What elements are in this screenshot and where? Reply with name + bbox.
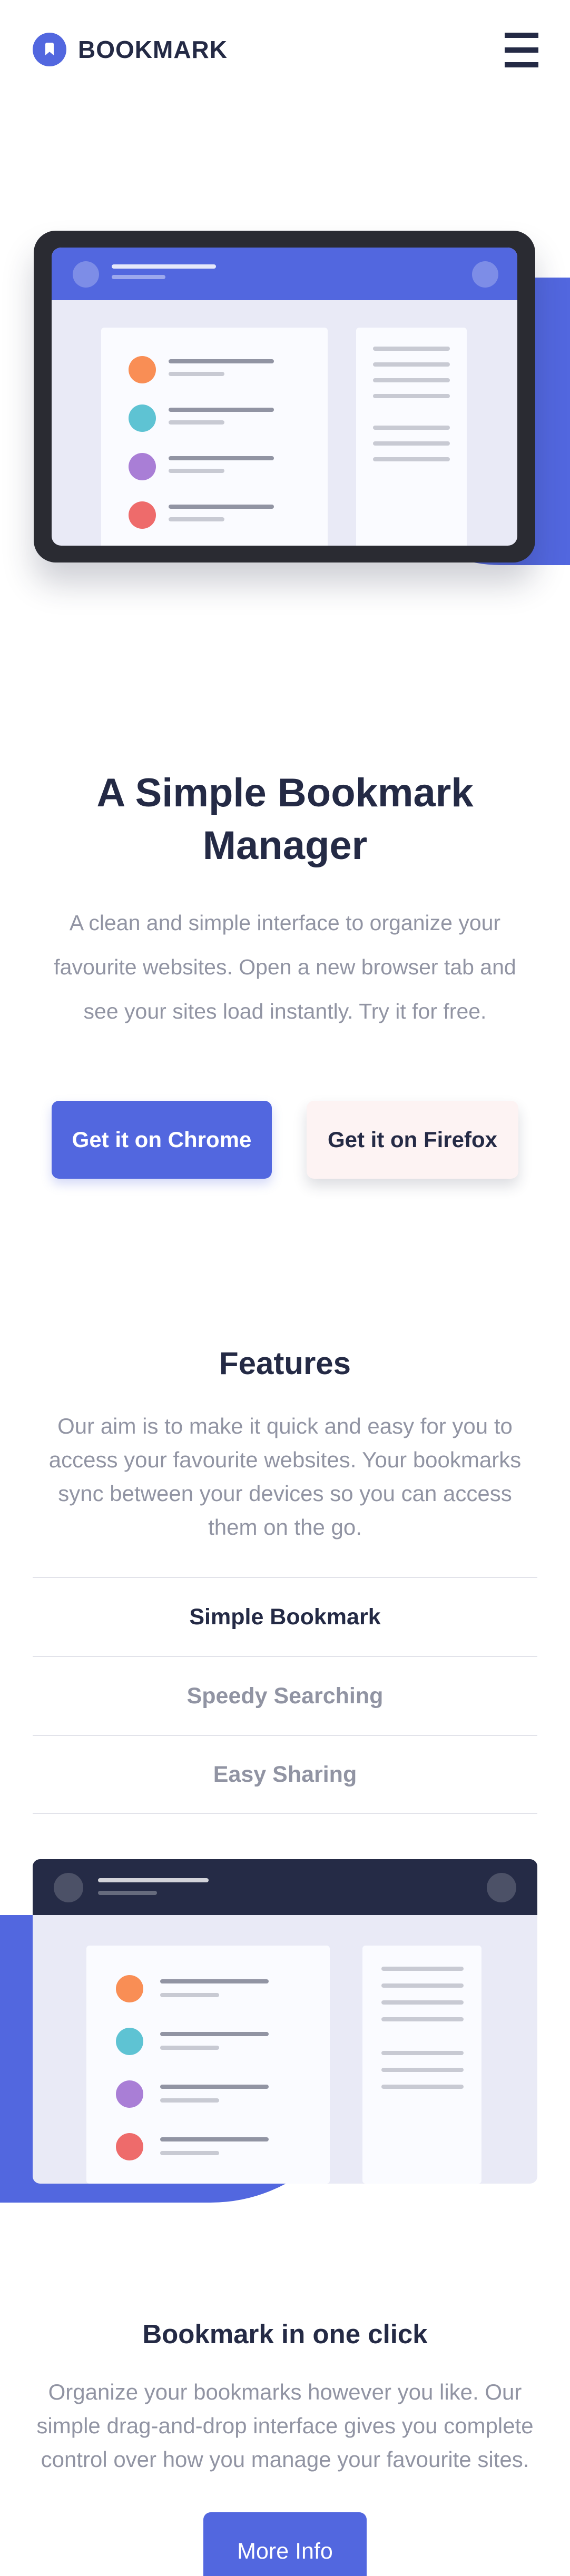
features-title: Features — [219, 1346, 351, 1381]
bookmark-dot — [116, 1975, 143, 2002]
bookmark-dot — [129, 404, 156, 432]
menu-placeholder — [472, 261, 498, 288]
bookmark-dot — [116, 2080, 143, 2108]
side-line — [373, 394, 450, 398]
bookmark-subline — [160, 2046, 219, 2050]
features-description: Our aim is to make it quick and easy for… — [48, 1414, 522, 1539]
more-info-button[interactable]: More Info — [203, 2512, 367, 2576]
site-header: BOOKMARK — [0, 0, 570, 100]
side-line — [373, 426, 450, 430]
side-line — [373, 441, 450, 446]
menu-placeholder — [487, 1873, 516, 1902]
hamburger-line — [505, 47, 538, 53]
bookmark-dot — [116, 2133, 143, 2160]
tab-speedy-searching[interactable]: Speedy Searching — [33, 1656, 537, 1735]
side-line — [381, 1983, 464, 1988]
side-line — [381, 2085, 464, 2089]
side-panel — [362, 1946, 481, 2184]
side-line — [381, 2017, 464, 2021]
bookmark-line — [169, 359, 274, 363]
bookmark-line — [169, 408, 274, 412]
bookmark-line — [160, 2032, 269, 2036]
hamburger-icon[interactable] — [505, 33, 538, 67]
tablet-screen — [52, 248, 517, 546]
avatar-placeholder — [73, 261, 99, 288]
bookmark-list-panel — [86, 1946, 330, 2184]
bookmark-line — [169, 505, 274, 509]
section-title: Bookmark in one click — [142, 2319, 428, 2349]
subtitle-line — [112, 275, 165, 279]
bookmark-subline — [160, 2098, 219, 2103]
bookmark-subline — [169, 372, 224, 376]
feature-illustration — [33, 1859, 537, 2184]
side-line — [373, 362, 450, 367]
get-chrome-button[interactable]: Get it on Chrome — [52, 1101, 272, 1179]
bookmark-logo-icon — [33, 33, 66, 66]
side-line — [373, 378, 450, 382]
side-line — [373, 347, 450, 351]
title-line — [112, 264, 216, 269]
tab-simple-bookmark[interactable]: Simple Bookmark — [33, 1577, 537, 1656]
bookmark-dot — [129, 356, 156, 383]
bookmark-subline — [169, 517, 224, 521]
get-firefox-button[interactable]: Get it on Firefox — [307, 1101, 518, 1179]
side-line — [381, 2051, 464, 2055]
bookmark-line — [160, 2085, 269, 2089]
bookmark-subline — [169, 420, 224, 425]
bookmark-dot — [129, 501, 156, 529]
bookmark-line — [169, 456, 274, 460]
hero-title: A Simple Bookmark Manager — [96, 771, 474, 868]
bookmark-line — [160, 1979, 269, 1983]
title-line — [98, 1878, 209, 1882]
side-panel — [356, 328, 467, 546]
side-line — [381, 2068, 464, 2072]
tab-easy-sharing[interactable]: Easy Sharing — [33, 1735, 537, 1814]
bookmark-line — [160, 2137, 269, 2141]
hamburger-line — [505, 62, 538, 67]
subtitle-line — [98, 1891, 157, 1895]
screen-header-bar — [52, 248, 517, 300]
side-line — [381, 1967, 464, 1971]
bookmark-list-panel — [101, 328, 328, 546]
feature-header-bar — [33, 1859, 537, 1915]
bookmark-dot — [129, 453, 156, 480]
bookmark-dot — [116, 2028, 143, 2055]
side-line — [381, 2000, 464, 2005]
avatar-placeholder — [54, 1873, 83, 1902]
bookmark-subline — [160, 2151, 219, 2155]
logo[interactable]: BOOKMARK — [33, 33, 228, 66]
feature-tabs: Simple Bookmark Speedy Searching Easy Sh… — [33, 1577, 537, 1814]
bookmark-subline — [169, 469, 224, 473]
hero-tablet-illustration — [34, 231, 535, 562]
section-description: Organize your bookmarks however you like… — [36, 2380, 534, 2472]
logo-text: BOOKMARK — [78, 36, 228, 63]
side-line — [373, 457, 450, 461]
hero-description: A clean and simple interface to organize… — [54, 911, 516, 1023]
bookmark-subline — [160, 1993, 219, 1997]
hamburger-line — [505, 33, 538, 38]
